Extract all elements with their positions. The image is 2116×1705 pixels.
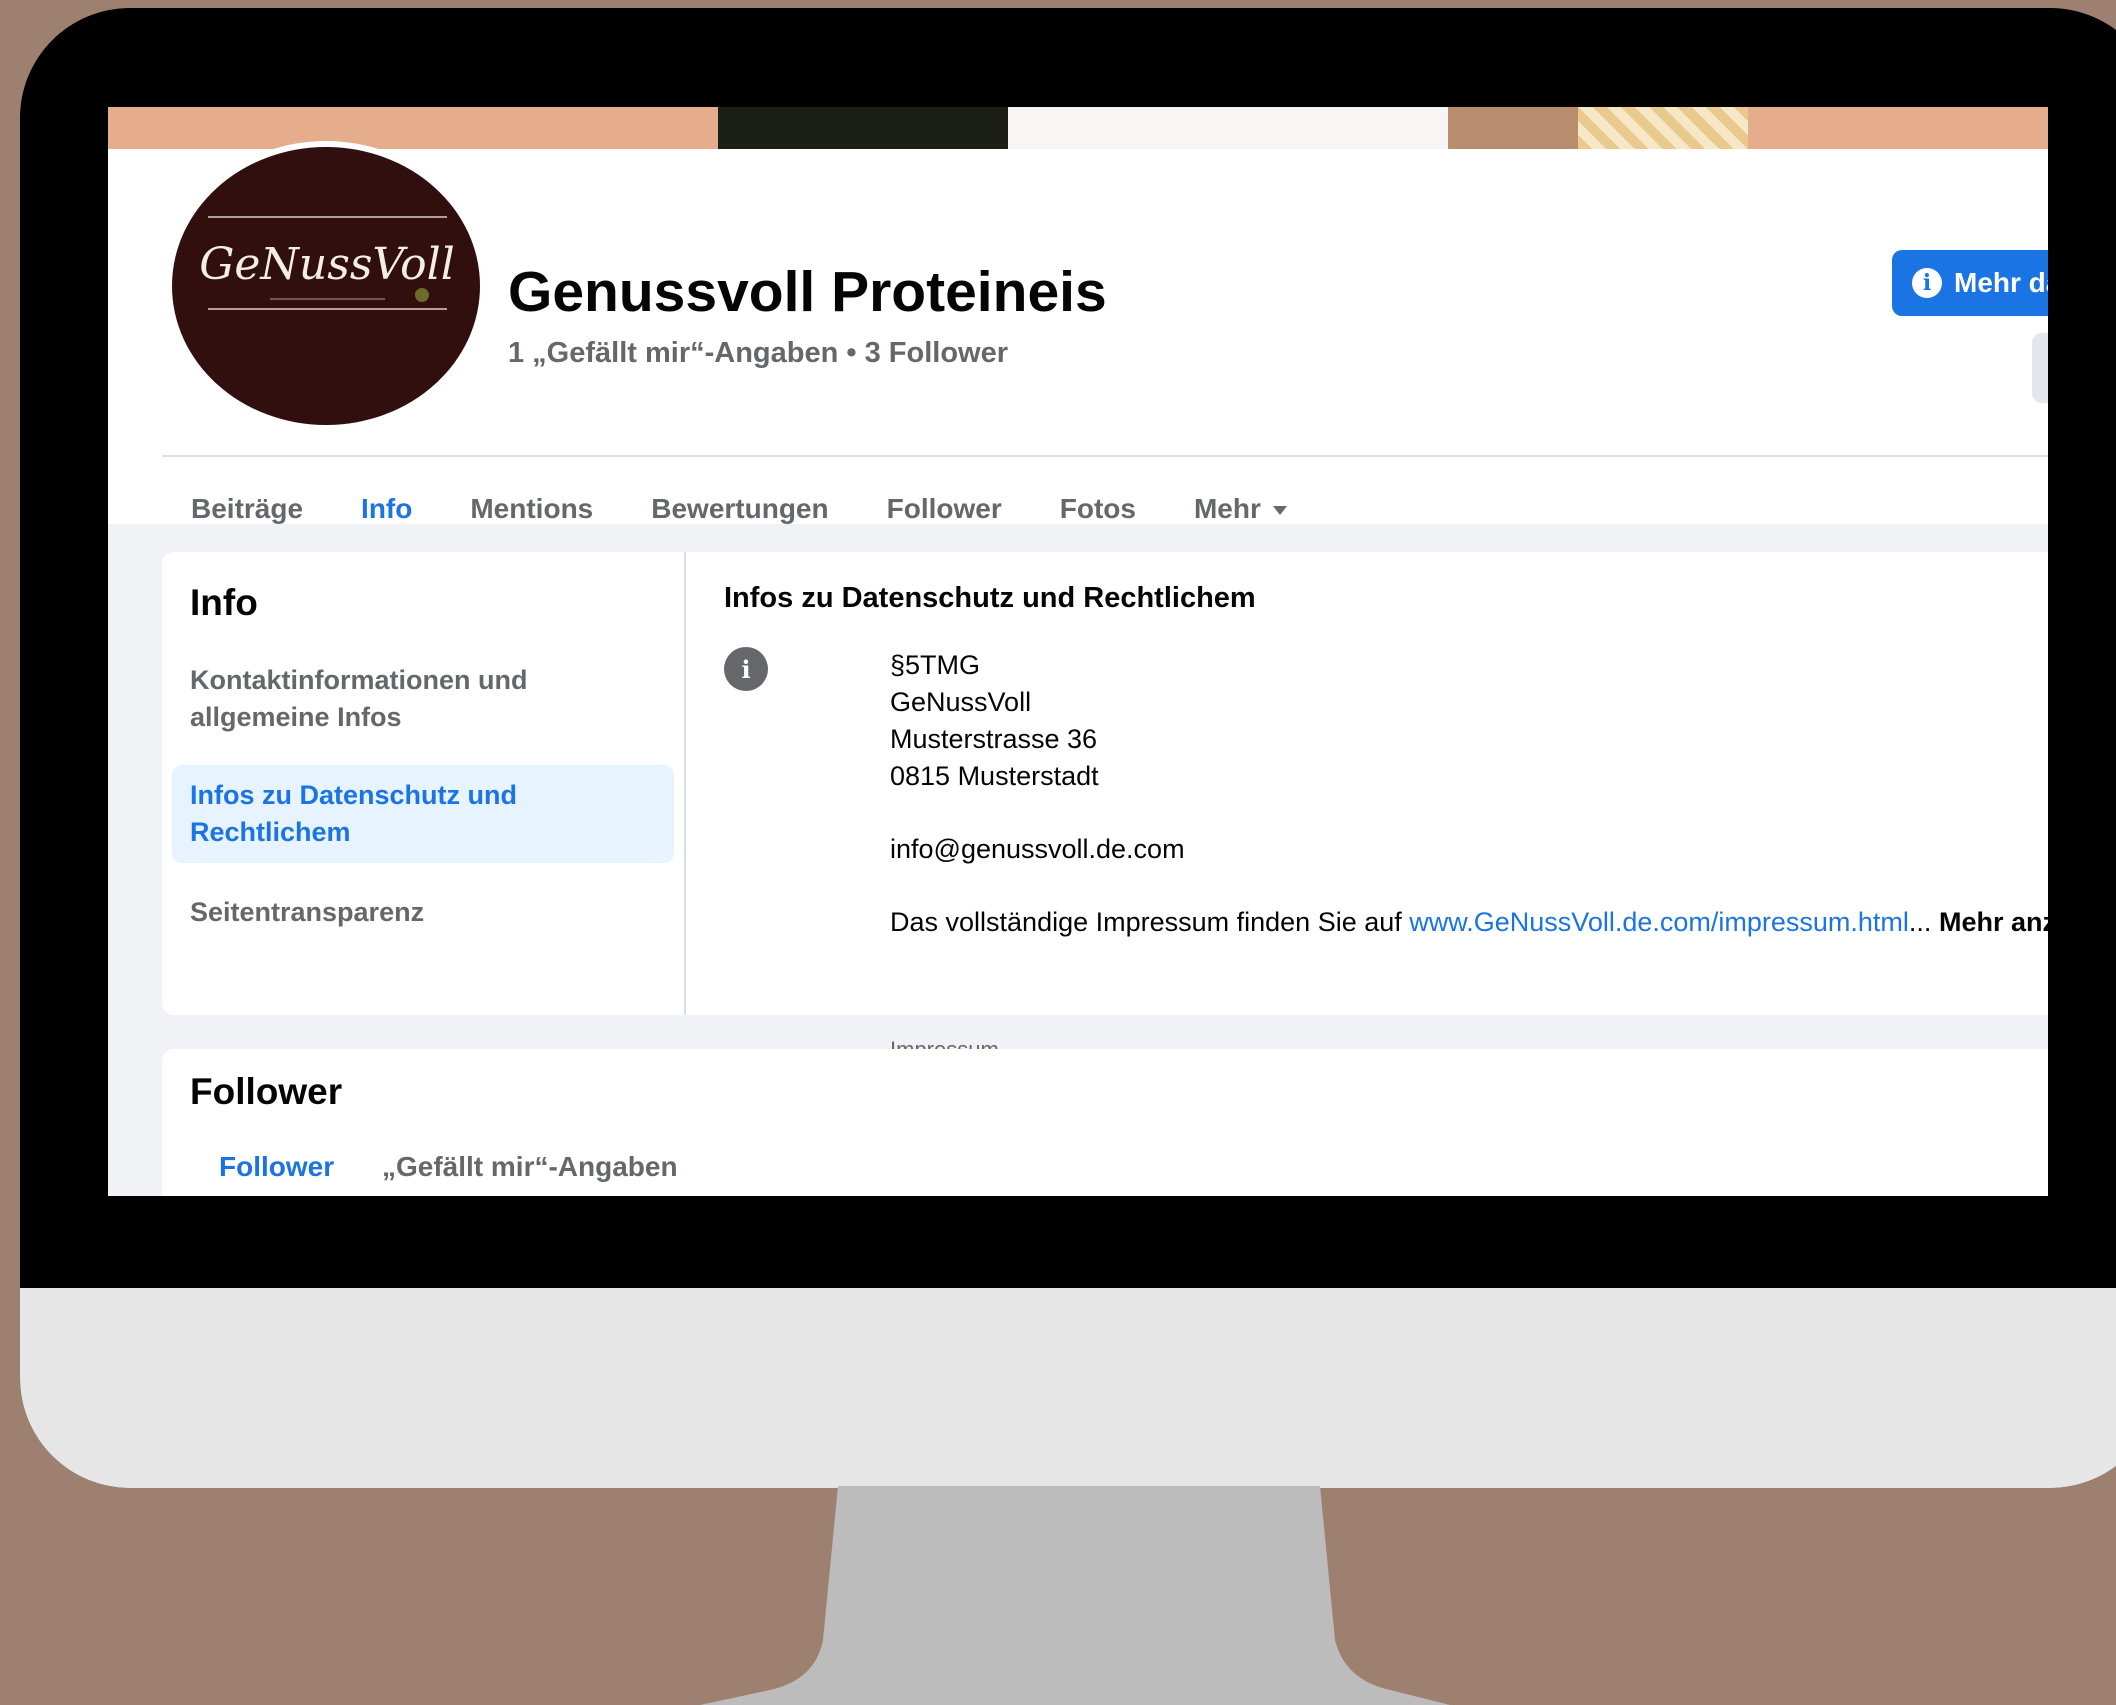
legal-section-title: Infos zu Datenschutz und Rechtlichem: [724, 582, 1256, 614]
impressum-prefix: Das vollständige Impressum finden Sie au…: [890, 907, 1410, 937]
follower-title: Follower: [190, 1071, 343, 1112]
logo-image: GeNussVoll: [200, 216, 455, 310]
tab-info[interactable]: Info: [332, 457, 442, 566]
impressum-line: Das vollständige Impressum finden Sie au…: [890, 904, 2048, 941]
impressum-link[interactable]: www.GeNussVoll.de.com/impressum.html: [1409, 907, 1909, 937]
info-sidebar: Info Kontaktinformationen und allgemeine…: [162, 552, 686, 1015]
browser-screen: GeNussVoll Genussvoll Proteineis 1 „Gefä…: [108, 107, 2048, 1196]
legal-line: Musterstrasse 36: [890, 724, 1098, 754]
monitor-chin: [20, 1288, 2116, 1488]
tab-mehr[interactable]: Mehr: [1165, 457, 1316, 566]
tab-bewertungen[interactable]: Bewertungen: [622, 457, 857, 566]
tab-follower[interactable]: Follower: [858, 457, 1031, 566]
legal-email: info@genussvoll.de.com: [890, 834, 1185, 864]
page-header: GeNussVoll Genussvoll Proteineis 1 „Gefä…: [108, 141, 2048, 566]
info-card: Info Kontaktinformationen und allgemeine…: [162, 552, 2048, 1062]
sidebar-item-contact[interactable]: Kontaktinformationen und allgemeine Info…: [172, 662, 674, 736]
ellipsis: ...: [1908, 907, 1932, 937]
secondary-button[interactable]: [2032, 333, 2048, 403]
sidebar-item-privacy-legal[interactable]: Infos zu Datenschutz und Rechtlichem: [172, 765, 674, 863]
info-title: Info: [190, 582, 258, 623]
tab-fotos[interactable]: Fotos: [1031, 457, 1165, 566]
show-more-link[interactable]: Mehr anzeigen: [1939, 907, 2048, 937]
info-icon: i: [724, 647, 768, 691]
sidebar-item-transparency[interactable]: Seitentransparenz: [172, 894, 674, 931]
cover-photo: [108, 107, 2048, 149]
legal-line: 0815 Musterstadt: [890, 761, 1099, 791]
info-icon: i: [1912, 268, 1942, 298]
more-info-button[interactable]: i Mehr dazu: [1892, 250, 2048, 316]
more-info-label: Mehr dazu: [1954, 267, 2048, 298]
tab-likes[interactable]: „Gefällt mir“-Angaben: [382, 1151, 678, 1183]
svg-text:GeNussVoll: GeNussVoll: [200, 239, 455, 290]
tab-followers[interactable]: Follower: [219, 1151, 334, 1183]
follower-card: Follower Follower „Gefällt mir“-Angaben: [162, 1049, 2048, 1196]
legal-line: §5TMG: [890, 650, 981, 680]
page-tabs: Beiträge Info Mentions Bewertungen Follo…: [162, 457, 1316, 566]
tab-beitraege[interactable]: Beiträge: [162, 457, 332, 566]
legal-line: GeNussVoll: [890, 687, 1032, 717]
page-title: Genussvoll Proteineis: [508, 260, 1107, 324]
caret-down-icon: [1272, 506, 1287, 516]
tab-mentions[interactable]: Mentions: [441, 457, 622, 566]
page-stats[interactable]: 1 „Gefällt mir“-Angaben • 3 Follower: [508, 337, 1008, 370]
avatar[interactable]: GeNussVoll: [166, 141, 486, 431]
